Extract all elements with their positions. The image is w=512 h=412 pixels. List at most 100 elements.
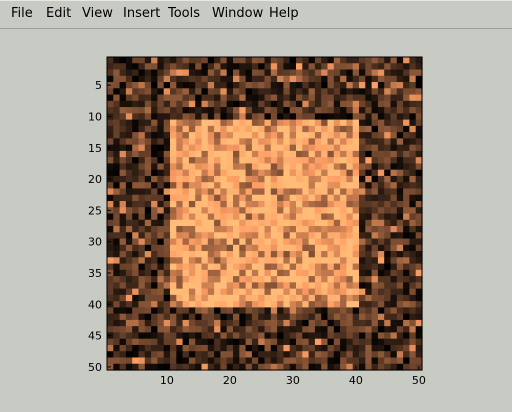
heatmap-cell — [403, 244, 410, 252]
heatmap-cell — [352, 188, 360, 196]
heatmap-cell — [157, 88, 165, 96]
heatmap-cell — [365, 200, 373, 208]
heatmap-cell — [390, 144, 398, 152]
heatmap-cell — [226, 94, 234, 102]
heatmap-cell — [270, 169, 278, 177]
heatmap-cell — [390, 200, 398, 208]
heatmap-cell — [321, 294, 329, 302]
menu-tools[interactable]: Tools — [168, 6, 200, 22]
heatmap-cell — [384, 82, 392, 89]
heatmap-cell — [340, 226, 347, 233]
heatmap-cell — [314, 119, 322, 127]
heatmap-cell — [226, 188, 234, 196]
menu-insert[interactable]: Insert — [123, 6, 160, 22]
heatmap-cell — [233, 157, 240, 165]
heatmap-cell — [346, 288, 354, 296]
menu-view[interactable]: View — [82, 6, 113, 22]
heatmap-cell — [251, 94, 259, 102]
heatmap-cell — [296, 75, 303, 83]
heatmap-cell — [321, 251, 329, 258]
heatmap-cell — [296, 251, 303, 258]
heatmap-cell — [151, 288, 158, 296]
heatmap-cell — [233, 144, 240, 152]
heatmap-cell — [207, 69, 215, 77]
heatmap-cell — [314, 263, 322, 271]
heatmap-cell — [296, 200, 303, 208]
heatmap-cell — [144, 144, 152, 152]
heatmap-cell — [377, 213, 385, 221]
heatmap-cell — [226, 75, 234, 83]
heatmap-cell — [119, 88, 127, 96]
heatmap-cell — [308, 351, 316, 359]
x-tick-label: 20 — [223, 374, 237, 387]
heatmap-cell — [119, 69, 127, 77]
heatmap-cell — [163, 332, 171, 340]
heatmap-cell — [264, 313, 272, 321]
heatmap-cell — [188, 82, 196, 89]
heatmap-cell — [396, 144, 404, 152]
heatmap-cell — [125, 251, 133, 258]
heatmap-cell — [396, 226, 404, 233]
heatmap-cell — [390, 301, 398, 308]
heatmap-cell — [302, 175, 310, 183]
heatmap-cell — [302, 94, 310, 102]
menu-window[interactable]: Window — [212, 6, 263, 22]
heatmap-cell — [195, 238, 203, 246]
heatmap-cell — [403, 75, 410, 83]
heatmap-cell — [195, 194, 203, 202]
heatmap-cell — [170, 75, 177, 83]
heatmap-cell — [182, 294, 190, 302]
heatmap-cell — [264, 338, 272, 346]
heatmap-cell — [396, 107, 404, 114]
heatmap-cell — [226, 113, 234, 121]
heatmap-cell — [201, 100, 209, 108]
heatmap-cell — [125, 263, 133, 271]
heatmap-cell — [151, 257, 158, 265]
heatmap-cell — [340, 357, 347, 365]
heatmap-cell — [107, 251, 114, 258]
heatmap-cell — [384, 269, 392, 277]
heatmap-cell — [132, 301, 140, 308]
heatmap-cell — [333, 357, 341, 365]
heatmap-cell — [403, 276, 410, 283]
heatmap-cell — [176, 288, 184, 296]
heatmap-cell — [359, 113, 366, 121]
menu-edit[interactable]: Edit — [46, 6, 71, 22]
heatmap-cell — [170, 113, 177, 121]
heatmap-cell — [151, 82, 158, 89]
heatmap-cell — [283, 269, 291, 277]
heatmap-cell — [302, 313, 310, 321]
heatmap-cell — [321, 107, 329, 114]
heatmap-cell — [119, 63, 127, 71]
heatmap-cell — [214, 288, 221, 296]
heatmap-cell — [226, 88, 234, 96]
heatmap-cell — [195, 269, 203, 277]
heatmap-cell — [125, 75, 133, 83]
heatmap-cell — [251, 351, 259, 359]
heatmap-cell — [270, 188, 278, 196]
heatmap-cell — [245, 282, 253, 290]
menu-file[interactable]: File — [11, 6, 33, 22]
heatmap-cell — [163, 188, 171, 196]
heatmap-cell — [352, 219, 360, 227]
heatmap-cell — [308, 144, 316, 152]
heatmap-cell — [396, 182, 404, 190]
heatmap-cell — [125, 150, 133, 158]
heatmap-cell — [113, 107, 121, 114]
heatmap-cell — [352, 326, 360, 334]
heatmap-cell — [188, 69, 196, 77]
heatmap-cell — [308, 313, 316, 321]
heatmap-cell — [327, 244, 335, 252]
heatmap-cell — [384, 163, 392, 171]
heatmap-cell — [119, 251, 127, 258]
heatmap-cell — [188, 163, 196, 171]
heatmap-cell — [365, 144, 373, 152]
heatmap-cell — [144, 332, 152, 340]
heatmap-cell — [302, 276, 310, 283]
menu-help[interactable]: Help — [269, 6, 299, 22]
heatmap-cell — [226, 351, 234, 359]
heatmap-cell — [352, 313, 360, 321]
heatmap-cell — [144, 357, 152, 365]
heatmap-cell — [163, 125, 171, 133]
heatmap-cell — [296, 326, 303, 334]
